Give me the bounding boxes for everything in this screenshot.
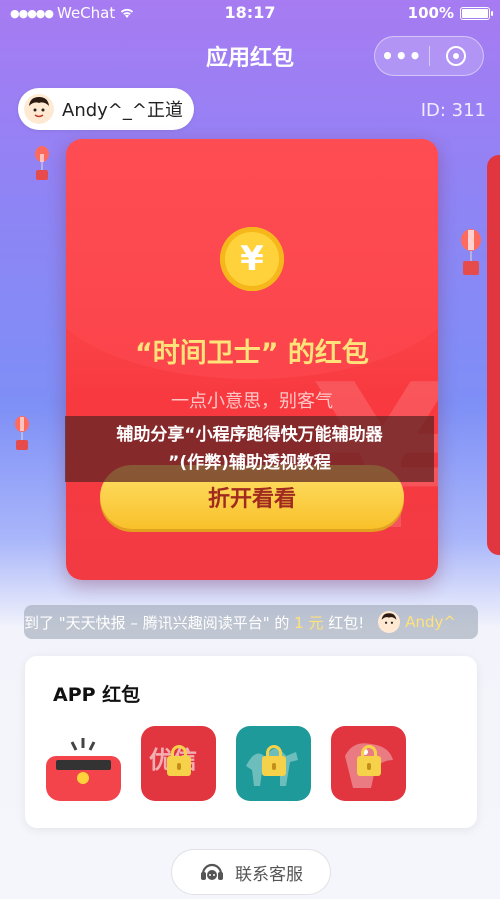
lock-icon	[262, 745, 286, 776]
user-name: Andy^_^正道	[62, 100, 183, 121]
balloon-icon	[35, 146, 49, 180]
app-camel-icon[interactable]	[236, 726, 311, 801]
lock-icon	[357, 745, 381, 776]
headset-icon	[201, 863, 223, 880]
more-options-button[interactable]: •••	[375, 44, 429, 68]
caption-line-1: 辅助分享“小程序跑得快万能辅助器	[116, 425, 383, 445]
user-id: ID: 311	[420, 100, 486, 121]
overlay-caption: 辅助分享“小程序跑得快万能辅助器 ”(作弊)辅助透视教程	[65, 416, 434, 482]
battery-percent: 100%	[407, 4, 454, 22]
close-circle-icon	[446, 46, 467, 66]
app-envelopes-card: APP 红包 优信	[25, 656, 477, 828]
balloon-icon	[461, 229, 481, 275]
contact-service-label: 联系客服	[235, 864, 303, 885]
marquee-amount: 1 元	[294, 613, 324, 632]
miniprogram-capsule: •••	[374, 36, 484, 76]
next-envelope-edge	[487, 155, 500, 555]
marquee-prefix: 到了 "天天快报 – 腾讯兴趣阅读平台" 的	[24, 613, 295, 632]
user-pill[interactable]: Andy^_^正道	[18, 88, 194, 130]
marquee-user: Andy^	[405, 613, 457, 631]
app-dog-icon[interactable]	[331, 726, 406, 801]
battery-icon	[460, 6, 493, 20]
open-envelope-icon	[46, 738, 121, 801]
status-bar: ●●●●● WeChat 18:17 100%	[0, 0, 500, 26]
marquee-suffix: 红包!	[323, 613, 365, 632]
app-red-envelope-icon[interactable]	[46, 726, 121, 801]
contact-service-button[interactable]: 联系客服	[171, 849, 331, 895]
lock-icon	[167, 745, 191, 776]
close-miniprogram-button[interactable]	[430, 46, 484, 66]
balloon-icon	[15, 416, 29, 450]
envelope-title: “时间卫士” 的红包	[135, 338, 369, 369]
marquee-avatar	[378, 611, 401, 633]
red-envelope: ¥ ¥ “时间卫士” 的红包 一点小意思，别客气 折开看看	[66, 139, 438, 580]
app-section-title: APP 红包	[53, 684, 141, 706]
winner-marquee: 到了 "天天快报 – 腾讯兴趣阅读平台" 的 1 元 红包! Andy^	[24, 605, 478, 639]
envelope-subtitle: 一点小意思，别客气	[171, 391, 333, 412]
caption-line-2: ”(作弊)辅助透视教程	[168, 453, 331, 473]
battery-group: 100%	[407, 4, 493, 22]
marquee-text: 到了 "天天快报 – 腾讯兴趣阅读平台" 的 1 元 红包!	[24, 612, 364, 633]
app-youxin-icon[interactable]: 优信	[141, 726, 216, 801]
avatar	[24, 94, 54, 124]
screen: ●●●●● WeChat 18:17 100% 应用红包 ••• Andy^_^…	[0, 0, 500, 899]
yen-coin-icon: ¥	[220, 227, 284, 291]
